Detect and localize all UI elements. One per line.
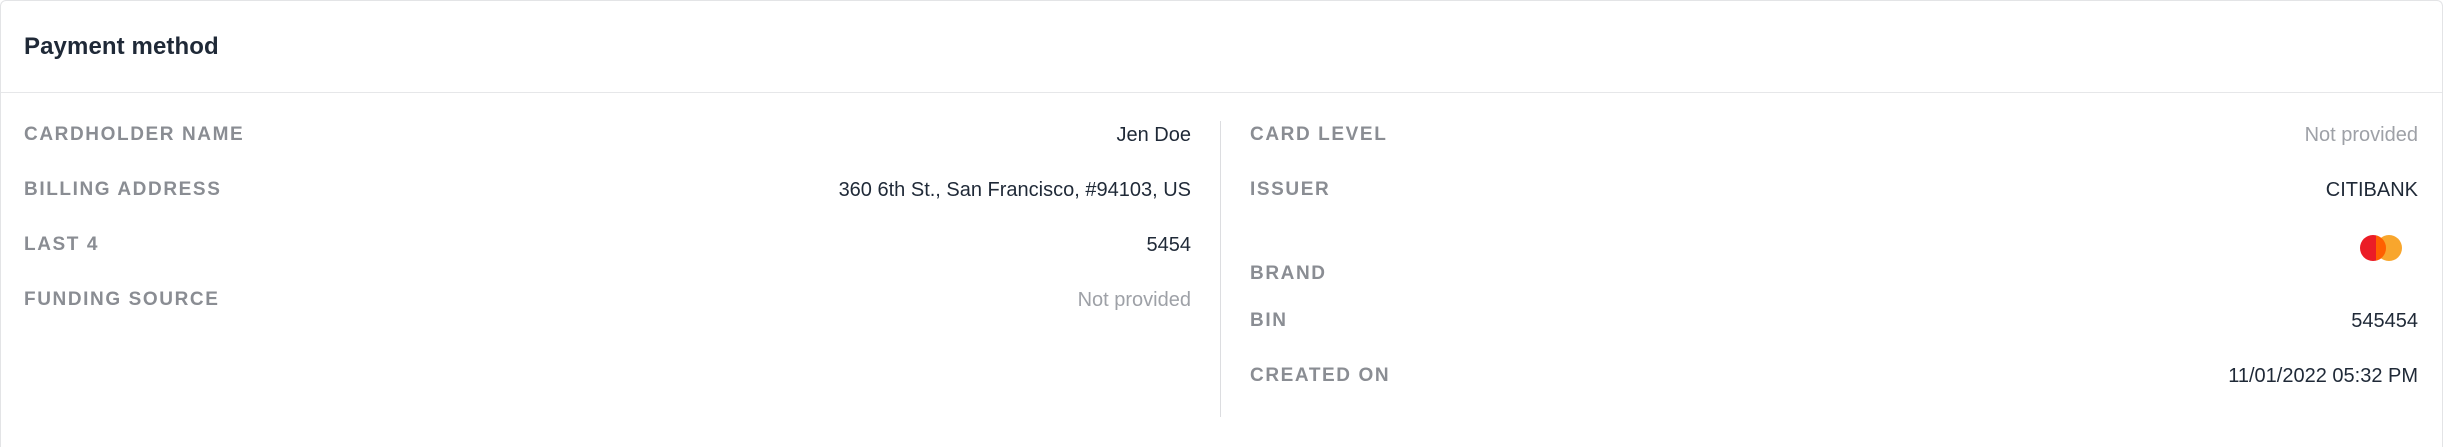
billing-address-label: BILLING ADDRESS [24, 179, 222, 200]
last4-label: LAST 4 [24, 234, 100, 255]
row-card-level: CARD LEVEL Not provided [1250, 115, 2418, 155]
row-issuer: ISSUER CITIBANK [1250, 170, 2418, 210]
issuer-value: CITIBANK [2325, 178, 2418, 201]
row-bin: BIN 545454 [1250, 301, 2418, 341]
bin-value: 545454 [2351, 309, 2418, 332]
row-cardholder-name: CARDHOLDER NAME Jen Doe [24, 115, 1191, 155]
issuer-label: ISSUER [1250, 179, 1331, 200]
created-on-label: CREATED ON [1250, 365, 1391, 386]
card-level-value: Not provided [2304, 123, 2418, 146]
row-brand: BRAND [1250, 223, 2418, 293]
funding-source-value: Not provided [1077, 288, 1191, 311]
created-on-value: 11/01/2022 05:32 PM [2228, 364, 2418, 387]
card-level-label: CARD LEVEL [1250, 124, 1388, 145]
row-funding-source: FUNDING SOURCE Not provided [24, 280, 1191, 320]
mastercard-overlap [2376, 235, 2386, 261]
cardholder-name-value: Jen Doe [1116, 123, 1192, 146]
row-billing-address: BILLING ADDRESS 360 6th St., San Francis… [24, 170, 1191, 210]
column-divider [1220, 121, 1221, 417]
bin-label: BIN [1250, 310, 1288, 331]
brand-label: BRAND [1250, 263, 1327, 284]
row-last4: LAST 4 5454 [24, 225, 1191, 265]
card-title: Payment method [24, 32, 219, 60]
billing-address-value: 360 6th St., San Francisco, #94103, US [838, 178, 1191, 201]
payment-method-card: Payment method CARDHOLDER NAME Jen Doe B… [0, 0, 2443, 447]
mastercard-logo-icon [2360, 235, 2402, 263]
cardholder-name-label: CARDHOLDER NAME [24, 124, 245, 145]
last4-value: 5454 [1146, 233, 1192, 256]
card-header: Payment method [1, 1, 2442, 93]
funding-source-label: FUNDING SOURCE [24, 289, 220, 310]
card-body: CARDHOLDER NAME Jen Doe BILLING ADDRESS … [1, 93, 2442, 447]
row-created-on: CREATED ON 11/01/2022 05:32 PM [1250, 356, 2418, 396]
